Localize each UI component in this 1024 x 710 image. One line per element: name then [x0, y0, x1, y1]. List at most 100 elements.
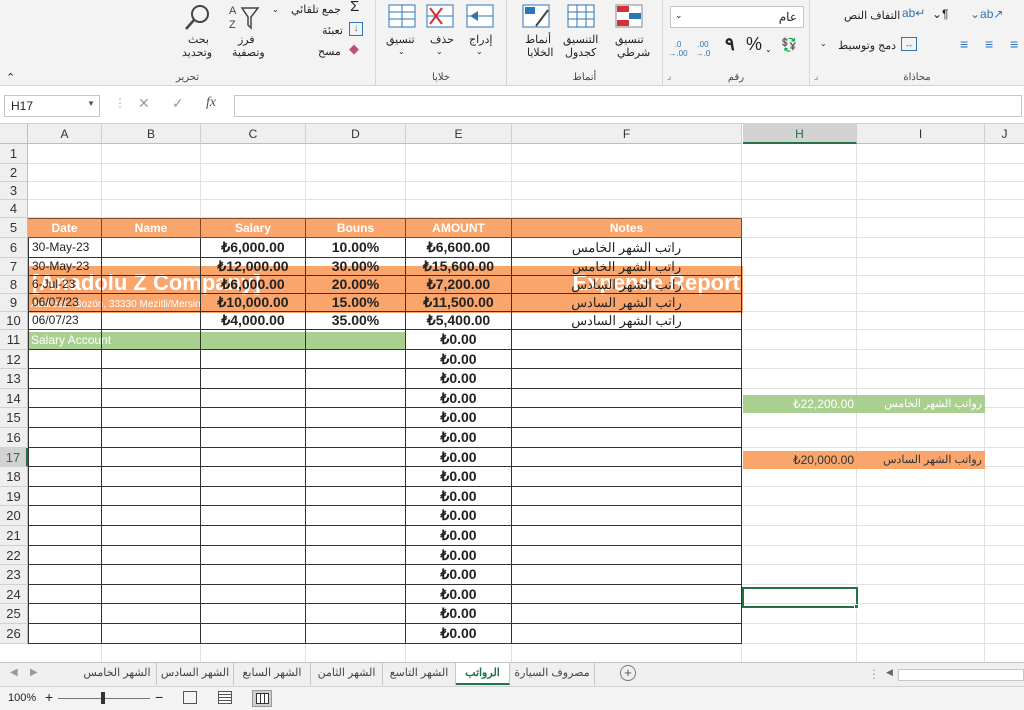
- table-cell-name[interactable]: [102, 388, 201, 409]
- table-cell-amount[interactable]: ₺0.00: [406, 526, 512, 546]
- sort-filter-icon[interactable]: AZ: [228, 2, 260, 32]
- row-header-12[interactable]: 12: [0, 349, 28, 370]
- autosum-label[interactable]: جمع تلقائي: [291, 4, 341, 16]
- table-cell-notes[interactable]: [512, 604, 742, 624]
- hscroll-left-icon[interactable]: ◀: [886, 667, 893, 678]
- page-break-view-icon[interactable]: [183, 691, 197, 704]
- table-cell-amount[interactable]: ₺11,500.00: [406, 294, 512, 312]
- table-cell-name[interactable]: [102, 624, 201, 644]
- column-header-i[interactable]: I: [857, 124, 985, 144]
- table-cell-notes[interactable]: راتب الشهر السادس: [512, 312, 742, 330]
- table-cell-salary[interactable]: [201, 506, 306, 526]
- table-header-salary[interactable]: Salary: [201, 218, 306, 238]
- table-cell-notes[interactable]: راتب الشهر السادس: [512, 276, 742, 294]
- table-cell-name[interactable]: [102, 428, 201, 448]
- table-cell-amount[interactable]: ₺5,400.00: [406, 312, 512, 330]
- table-cell-bonus[interactable]: 35.00%: [306, 312, 406, 330]
- cell-styles-icon[interactable]: [522, 4, 550, 28]
- row-header-8[interactable]: 8: [0, 276, 28, 294]
- table-cell-notes[interactable]: [512, 486, 742, 507]
- table-cell-amount[interactable]: ₺0.00: [406, 408, 512, 428]
- table-cell-amount[interactable]: ₺0.00: [406, 388, 512, 409]
- sort-filter-label-2[interactable]: وتصفية: [232, 47, 265, 59]
- table-cell-bonus[interactable]: [306, 506, 406, 526]
- insert-cells-dropdown-icon[interactable]: ⌄: [476, 46, 483, 58]
- page-layout-view-icon[interactable]: [218, 691, 232, 704]
- align-left-icon[interactable]: ≡: [1010, 37, 1018, 51]
- table-cell-salary[interactable]: [201, 486, 306, 507]
- row-header-21[interactable]: 21: [0, 526, 28, 546]
- table-cell-amount[interactable]: ₺0.00: [406, 428, 512, 448]
- insert-cells-icon[interactable]: [466, 4, 494, 28]
- table-cell-date[interactable]: [28, 565, 102, 585]
- table-header-date[interactable]: Date: [28, 218, 102, 238]
- zoom-in-icon[interactable]: +: [45, 689, 53, 705]
- row-header-20[interactable]: 20: [0, 506, 28, 526]
- column-header-a[interactable]: A: [28, 124, 102, 144]
- table-cell-date[interactable]: [28, 428, 102, 448]
- conditional-formatting-label-2[interactable]: شرطي: [617, 47, 650, 59]
- tab-scroll-left-icon[interactable]: ◀: [10, 667, 18, 678]
- table-cell-notes[interactable]: [512, 584, 742, 605]
- comma-style-icon[interactable]: ٩: [725, 35, 735, 53]
- percent-dropdown-icon[interactable]: ⌄: [765, 44, 772, 56]
- table-cell-amount[interactable]: ₺0.00: [406, 467, 512, 487]
- summary-fifth-month-label[interactable]: رواتب الشهر الخامس: [857, 395, 985, 413]
- table-cell-salary[interactable]: [201, 526, 306, 546]
- table-cell-bonus[interactable]: [306, 447, 406, 468]
- worksheet-grid[interactable]: ABCDEFHIJ 1 2 3 4 5 6 7 8 9 10 11 12 13 14 15 16 17 18 19 2…: [0, 124, 1024, 662]
- table-cell-notes[interactable]: [512, 408, 742, 428]
- table-cell-notes[interactable]: [512, 545, 742, 566]
- sheet-tab[interactable]: الشهر السابع: [234, 663, 311, 685]
- table-cell-salary[interactable]: [201, 545, 306, 566]
- table-cell-bonus[interactable]: [306, 526, 406, 546]
- table-cell-salary[interactable]: ₺6,000.00: [201, 238, 306, 258]
- table-cell-name[interactable]: [102, 467, 201, 487]
- name-box-dropdown-icon[interactable]: ▼: [87, 99, 95, 108]
- add-sheet-icon[interactable]: +: [620, 665, 636, 681]
- table-cell-bonus[interactable]: [306, 369, 406, 389]
- zoom-level[interactable]: 100%: [8, 692, 36, 704]
- table-cell-amount[interactable]: ₺6,600.00: [406, 238, 512, 258]
- table-cell-date[interactable]: [28, 506, 102, 526]
- table-cell-amount[interactable]: ₺0.00: [406, 545, 512, 566]
- format-cells-dropdown-icon[interactable]: ⌄: [398, 46, 405, 58]
- table-cell-amount[interactable]: ₺0.00: [406, 584, 512, 605]
- table-cell-name[interactable]: [102, 604, 201, 624]
- table-cell-date[interactable]: [28, 369, 102, 389]
- table-cell-amount[interactable]: ₺0.00: [406, 624, 512, 644]
- table-cell-notes[interactable]: [512, 388, 742, 409]
- table-cell-date[interactable]: [28, 604, 102, 624]
- table-cell-notes[interactable]: راتب الشهر الخامس: [512, 258, 742, 276]
- table-cell-name[interactable]: [102, 312, 201, 330]
- table-cell-notes[interactable]: [512, 330, 742, 350]
- table-cell-bonus[interactable]: [306, 565, 406, 585]
- sheet-tab[interactable]: الشهر السادس: [157, 663, 234, 685]
- select-all-corner[interactable]: [0, 124, 28, 144]
- table-cell-name[interactable]: [102, 238, 201, 258]
- table-cell-date[interactable]: [28, 584, 102, 605]
- table-cell-date[interactable]: 6-Jul-23: [28, 276, 102, 294]
- row-header-5[interactable]: 5: [0, 218, 28, 238]
- table-cell-date[interactable]: [28, 545, 102, 566]
- row-header-22[interactable]: 22: [0, 545, 28, 566]
- format-cells-icon[interactable]: [388, 4, 416, 28]
- sheet-tab[interactable]: مصروف السيارة: [510, 663, 595, 685]
- normal-view-icon[interactable]: [252, 690, 272, 707]
- table-cell-amount[interactable]: ₺0.00: [406, 330, 512, 350]
- table-cell-salary[interactable]: [201, 408, 306, 428]
- table-cell-bonus[interactable]: [306, 584, 406, 605]
- zoom-slider-thumb[interactable]: [101, 692, 105, 704]
- row-header-15[interactable]: 15: [0, 408, 28, 428]
- table-cell-amount[interactable]: ₺0.00: [406, 447, 512, 468]
- conditional-formatting-label-1[interactable]: تنسيق: [615, 34, 644, 46]
- row-header-19[interactable]: 19: [0, 486, 28, 507]
- table-cell-salary[interactable]: ₺6,000.00: [201, 276, 306, 294]
- table-cell-date[interactable]: 06/07/23: [28, 294, 102, 312]
- tab-scroll-right-icon[interactable]: ▶: [30, 667, 38, 678]
- insert-cells-label[interactable]: إدراج: [469, 34, 492, 46]
- table-cell-notes[interactable]: راتب الشهر الخامس: [512, 238, 742, 258]
- delete-cells-icon[interactable]: [426, 4, 454, 28]
- table-cell-name[interactable]: [102, 330, 201, 350]
- table-cell-date[interactable]: [28, 486, 102, 507]
